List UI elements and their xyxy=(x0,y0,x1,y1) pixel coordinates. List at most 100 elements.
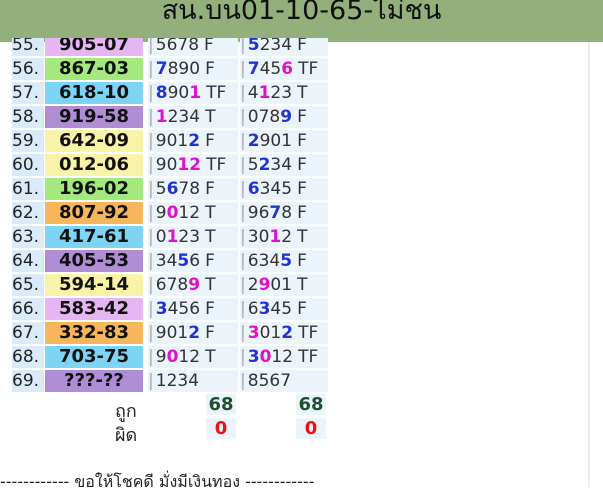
digit: 3 xyxy=(270,38,282,55)
row-number: 63. xyxy=(12,226,44,248)
digit: 5 xyxy=(178,299,190,319)
digit: 5 xyxy=(155,38,167,55)
hit-flag: F xyxy=(297,131,307,151)
digit: 9 xyxy=(155,347,167,367)
digit: 5 xyxy=(281,179,293,199)
digit: 9 xyxy=(155,155,167,175)
result-number: 417-61 xyxy=(45,226,143,248)
digit-set-a: | 8901 TF xyxy=(148,82,238,104)
digit: 8 xyxy=(189,179,201,199)
column-divider: | xyxy=(148,131,154,151)
digit: 8 xyxy=(247,371,259,391)
digit: 3 xyxy=(259,179,271,199)
result-number: 642-09 xyxy=(45,130,143,152)
digit: 9 xyxy=(258,275,271,295)
digit-set-b: | 6345 F xyxy=(240,250,328,272)
result-number: 905-07 xyxy=(45,38,143,56)
digit: 4 xyxy=(270,299,282,319)
digit: 3 xyxy=(270,155,282,175)
hit-flag: T xyxy=(297,275,308,295)
hit-flag: TF xyxy=(298,59,319,79)
table-row: 60. 012-06 | 9012 TF | 5234 F xyxy=(12,153,603,177)
result-number: 618-10 xyxy=(45,82,143,104)
digit: 0 xyxy=(270,131,282,151)
digit: 7 xyxy=(166,275,178,295)
digit: 3 xyxy=(247,323,260,343)
digit: 9 xyxy=(155,131,167,151)
digit: 8 xyxy=(167,59,179,79)
digit: 3 xyxy=(258,299,271,319)
digit-set-b: | 4123 T xyxy=(240,82,328,104)
digit: 6 xyxy=(269,371,281,391)
column-divider: | xyxy=(240,371,246,391)
hit-flag: F xyxy=(205,323,215,343)
digit: 7 xyxy=(247,59,260,79)
table-row: 55. 905-07 | 5678 F | 5234 F xyxy=(12,38,603,57)
digit-set-b: | 6345 F xyxy=(240,298,328,320)
b-wrong-count: 0 xyxy=(296,418,326,439)
column-divider: | xyxy=(148,155,154,175)
digit: 2 xyxy=(188,131,201,151)
digit-set-b: | 7456 TF xyxy=(240,58,328,80)
hit-flag: F xyxy=(205,251,215,271)
row-number: 56. xyxy=(12,58,44,80)
digit: 3 xyxy=(189,227,201,247)
digit-set-a: | 6789 T xyxy=(148,274,238,296)
row-number: 69. xyxy=(12,370,44,392)
digit: 0 xyxy=(189,59,201,79)
digit: 8 xyxy=(188,38,200,55)
digit: 1 xyxy=(177,155,190,175)
table-row: 63. 417-61 | 0123 T | 3012 T xyxy=(12,225,603,249)
digit-set-b: | 3012 T xyxy=(240,226,328,248)
digit: 2 xyxy=(247,275,259,295)
digit: 6 xyxy=(247,179,260,199)
digit-set-a: | 3456 F xyxy=(148,298,238,320)
digit: 9 xyxy=(247,203,259,223)
hit-flag: TF xyxy=(206,155,227,175)
digit: 7 xyxy=(280,371,292,391)
digit: 0 xyxy=(166,131,178,151)
digit: 4 xyxy=(269,251,281,271)
digit: 6 xyxy=(189,299,201,319)
table-row: 64. 405-53 | 3456 F | 6345 F xyxy=(12,249,603,273)
row-number: 62. xyxy=(12,202,44,224)
digit: 4 xyxy=(270,179,282,199)
hit-flag: TF xyxy=(298,347,319,367)
digit: 1 xyxy=(178,347,190,367)
digit-set-a: | 1234 T xyxy=(148,106,238,128)
row-number: 66. xyxy=(12,298,44,320)
column-divider: | xyxy=(240,203,246,223)
column-divider: | xyxy=(148,179,154,199)
digit-set-a: | 9012 TF xyxy=(148,154,238,176)
column-divider: | xyxy=(148,251,154,271)
column-divider: | xyxy=(148,227,154,247)
row-number: 61. xyxy=(12,178,44,200)
digit: 6 xyxy=(247,251,259,271)
table-row: 65. 594-14 | 6789 T | 2901 T xyxy=(12,273,603,297)
table-row: 58. 919-58 | 1234 T | 0789 F xyxy=(12,105,603,129)
digit-set-a: | 9012 T xyxy=(148,202,238,224)
digit: 2 xyxy=(281,227,293,247)
digit: 6 xyxy=(155,275,167,295)
digit: 2 xyxy=(270,83,282,103)
digit: 2 xyxy=(167,107,179,127)
digit: 4 xyxy=(167,299,179,319)
column-divider: | xyxy=(148,59,154,79)
digit: 0 xyxy=(259,347,272,367)
digit-set-a: | 7890 F xyxy=(148,58,238,80)
column-divider: | xyxy=(148,323,154,343)
row-number: 65. xyxy=(12,274,44,296)
digit-set-b: | 3012 TF xyxy=(240,346,328,368)
digit: 3 xyxy=(247,347,260,367)
column-divider: | xyxy=(240,251,246,271)
row-number: 57. xyxy=(12,82,44,104)
hit-flag: F xyxy=(205,59,215,79)
digit: 0 xyxy=(166,347,179,367)
digit: 4 xyxy=(189,107,201,127)
table-row: 57. 618-10 | 8901 TF | 4123 T xyxy=(12,81,603,105)
digit: 4 xyxy=(188,371,200,391)
digit: 1 xyxy=(270,323,282,343)
digit: 1 xyxy=(258,83,271,103)
column-divider: | xyxy=(240,83,246,103)
digit: 5 xyxy=(155,179,167,199)
